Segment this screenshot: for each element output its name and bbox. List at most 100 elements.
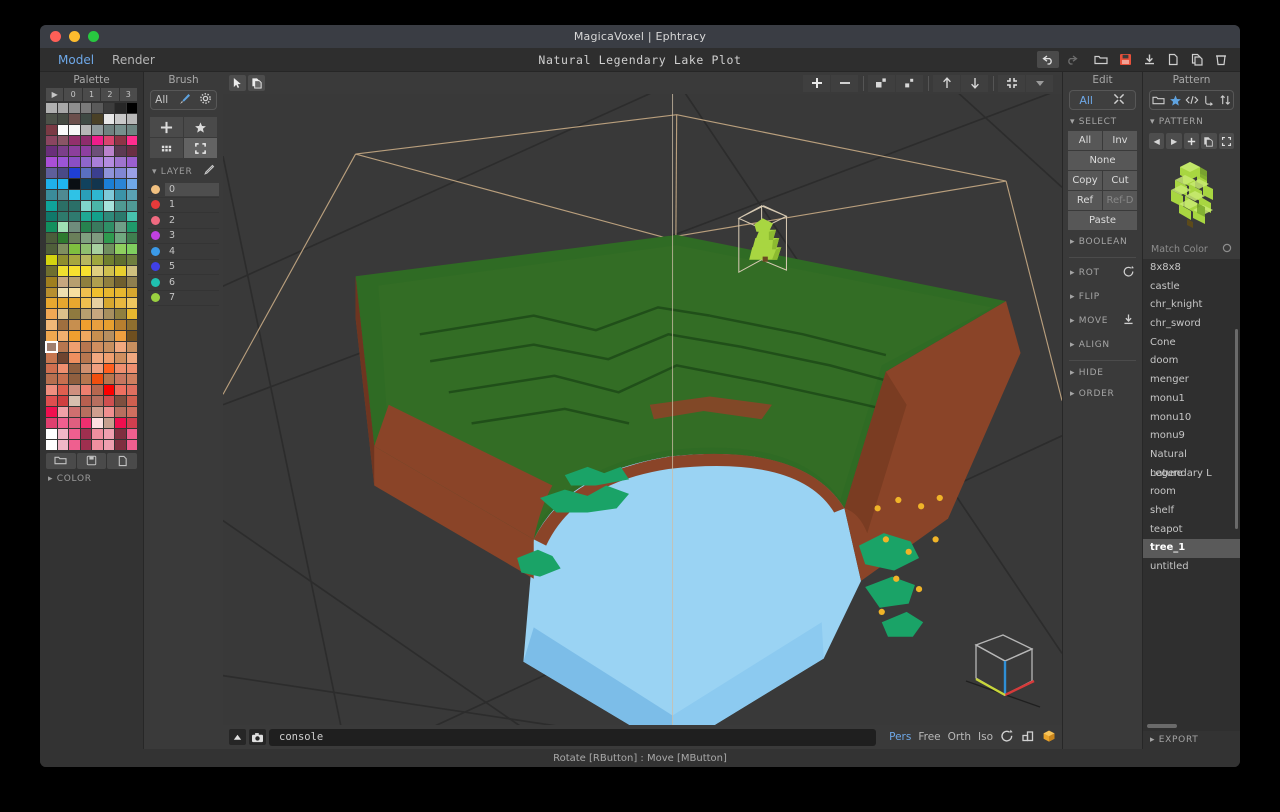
copy-file-button[interactable] <box>1186 51 1208 68</box>
palette-swatch[interactable] <box>69 298 80 309</box>
new-file-button[interactable] <box>1162 51 1184 68</box>
palette-swatch[interactable] <box>46 255 57 265</box>
palette-index-3[interactable]: 3 <box>119 88 138 101</box>
palette-swatch[interactable] <box>80 385 91 396</box>
palette-swatch[interactable] <box>80 179 91 189</box>
palette-swatch[interactable] <box>115 179 126 189</box>
layer-row[interactable]: 1 <box>148 198 219 213</box>
palette-swatch[interactable] <box>103 146 114 157</box>
palette-swatch[interactable] <box>46 124 57 135</box>
palette-swatch[interactable] <box>115 103 126 113</box>
console-input[interactable] <box>269 728 877 746</box>
palette-swatch[interactable] <box>92 407 103 417</box>
palette-swatch[interactable] <box>92 352 103 363</box>
palette-swatch[interactable] <box>103 265 114 276</box>
palette-swatch[interactable] <box>46 331 57 341</box>
palette-swatch[interactable] <box>46 298 57 309</box>
palette-swatch[interactable] <box>46 385 57 396</box>
layer-section-header[interactable]: ▾ LAYER <box>144 158 223 182</box>
star-icon[interactable] <box>1169 94 1182 107</box>
sort-icon[interactable] <box>1219 94 1231 106</box>
pattern-list-scrollbar-horizontal[interactable] <box>1147 724 1177 728</box>
palette-swatch[interactable] <box>80 233 91 244</box>
layer-row[interactable]: 2 <box>148 213 219 229</box>
palette-swatch[interactable] <box>46 135 57 146</box>
palette-swatch[interactable] <box>57 352 68 363</box>
palette-swatch[interactable] <box>69 179 80 189</box>
palette-swatch[interactable] <box>69 233 80 244</box>
star-tool-button[interactable] <box>184 117 217 137</box>
palette-swatch[interactable] <box>115 439 126 450</box>
palette-swatch[interactable] <box>115 309 126 320</box>
palette-swatch[interactable] <box>57 287 68 298</box>
palette-swatch[interactable] <box>57 363 68 374</box>
palette-swatch[interactable] <box>46 222 57 233</box>
select-button-paste[interactable]: Paste <box>1068 211 1137 230</box>
palette-swatch[interactable] <box>103 407 114 417</box>
gear-icon[interactable] <box>199 92 212 108</box>
palette-swatch[interactable] <box>69 168 80 179</box>
layer-color-dot[interactable] <box>151 184 160 194</box>
section-align[interactable]: ▸ ALIGN <box>1063 333 1142 354</box>
palette-swatch[interactable] <box>80 146 91 157</box>
palette-swatch[interactable] <box>115 276 126 287</box>
palette-swatch[interactable] <box>46 374 57 385</box>
layer-row[interactable]: 0 <box>148 182 219 198</box>
palette-swatch[interactable] <box>126 124 137 135</box>
select-button-ref[interactable]: Ref <box>1068 191 1102 210</box>
palette-swatch[interactable] <box>103 179 114 189</box>
palette-swatch[interactable] <box>115 428 126 439</box>
palette-swatch[interactable] <box>103 200 114 211</box>
layer-row[interactable]: 3 <box>148 229 219 244</box>
palette-swatch[interactable] <box>69 309 80 320</box>
palette-index-2[interactable]: 2 <box>101 88 119 101</box>
palette-swatch[interactable] <box>80 157 91 168</box>
axis-cube-gizmo[interactable] <box>958 623 1048 713</box>
palette-swatch[interactable] <box>126 331 137 341</box>
new-palette-button[interactable] <box>107 452 138 469</box>
palette-swatch[interactable] <box>103 276 114 287</box>
palette-swatch[interactable] <box>57 146 68 157</box>
palette-swatch[interactable] <box>80 320 91 331</box>
section-order[interactable]: ▸ ORDER <box>1063 382 1142 403</box>
palette-index-1[interactable]: 1 <box>82 88 101 101</box>
palette-swatch[interactable] <box>46 363 57 374</box>
edit-mode-all[interactable]: All <box>1079 94 1093 107</box>
palette-swatch[interactable] <box>103 385 114 396</box>
palette-swatch[interactable] <box>126 363 137 374</box>
palette-swatch[interactable] <box>46 265 57 276</box>
palette-swatch[interactable] <box>80 222 91 233</box>
palette-swatch[interactable] <box>92 103 103 113</box>
palette-swatch[interactable] <box>115 417 126 428</box>
palette-swatch[interactable] <box>57 244 68 255</box>
palette-swatch[interactable] <box>57 331 68 341</box>
palette-swatch[interactable] <box>69 417 80 428</box>
palette-swatch[interactable] <box>103 233 114 244</box>
palette-swatch[interactable] <box>126 320 137 331</box>
projection-mode-iso[interactable]: Iso <box>978 731 993 743</box>
palette-swatch[interactable] <box>46 168 57 179</box>
pattern-list-scrollbar-vertical[interactable] <box>1235 329 1238 529</box>
palette-swatch[interactable] <box>103 352 114 363</box>
more-options-button[interactable] <box>1026 74 1053 92</box>
palette-swatch[interactable] <box>103 157 114 168</box>
palette-swatch[interactable] <box>103 341 114 352</box>
palette-swatch[interactable] <box>57 222 68 233</box>
palette-swatch[interactable] <box>115 385 126 396</box>
palette-swatch[interactable] <box>80 135 91 146</box>
palette-swatch[interactable] <box>92 200 103 211</box>
add-voxel-button[interactable] <box>803 74 830 92</box>
palette-swatch[interactable] <box>115 189 126 200</box>
palette-swatch[interactable] <box>115 211 126 222</box>
open-file-button[interactable] <box>1090 51 1112 68</box>
rotate-icon[interactable] <box>1122 265 1135 281</box>
palette-swatch[interactable] <box>46 287 57 298</box>
pencil-icon[interactable] <box>203 164 215 179</box>
palette-swatch[interactable] <box>57 385 68 396</box>
palette-swatch[interactable] <box>69 352 80 363</box>
palette-swatch[interactable] <box>45 340 58 353</box>
palette-swatch[interactable] <box>80 265 91 276</box>
prev-pattern-button[interactable]: ◀ <box>1149 133 1165 149</box>
palette-swatch[interactable] <box>92 417 103 428</box>
palette-swatch[interactable] <box>57 179 68 189</box>
